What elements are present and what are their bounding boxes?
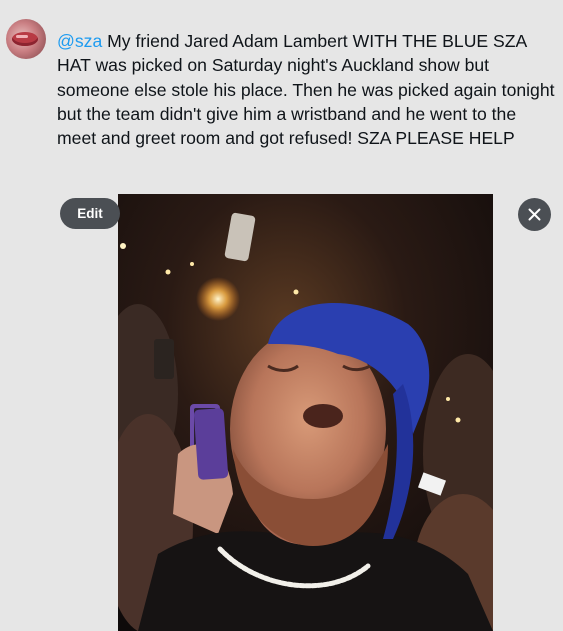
close-icon	[528, 208, 541, 221]
tweet-compose-preview: @sza My friend Jared Adam Lambert WITH T…	[0, 0, 563, 631]
concert-photo-illustration	[118, 194, 493, 631]
avatar-highlight	[16, 35, 28, 38]
remove-media-button[interactable]	[518, 198, 551, 231]
mention-link[interactable]: @sza	[57, 31, 102, 51]
tweet-body: My friend Jared Adam Lambert WITH THE BL…	[57, 31, 555, 149]
edit-media-button[interactable]: Edit	[60, 198, 120, 229]
attached-photo	[118, 194, 493, 631]
tweet-text[interactable]: @sza My friend Jared Adam Lambert WITH T…	[57, 29, 557, 150]
avatar[interactable]	[6, 19, 46, 59]
